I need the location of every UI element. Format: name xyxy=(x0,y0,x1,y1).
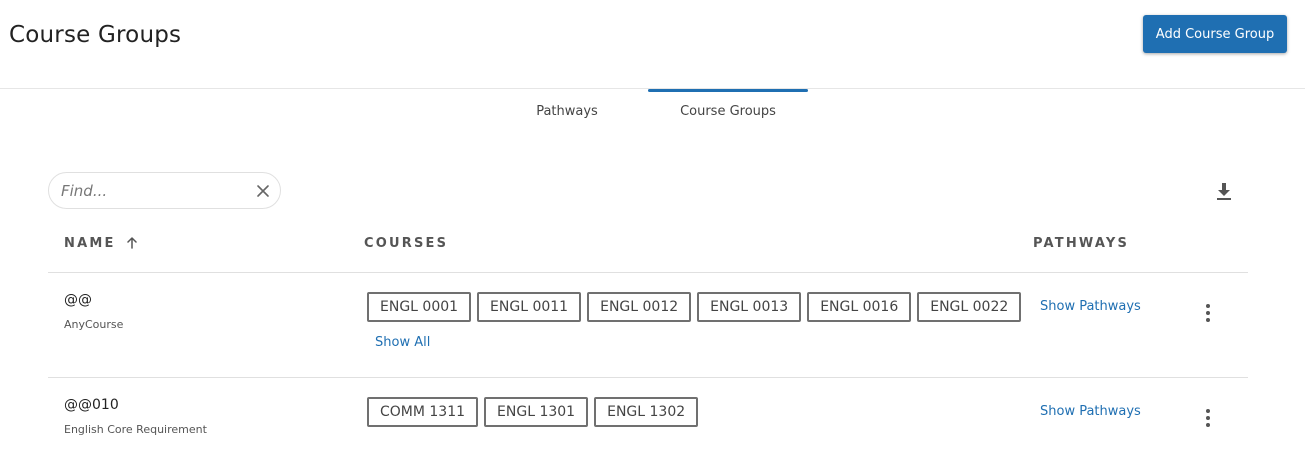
course-chip[interactable]: ENGL 0001 xyxy=(367,292,472,322)
search-input[interactable] xyxy=(61,181,241,201)
download-icon[interactable] xyxy=(1214,181,1234,201)
column-header-name-label: NAME xyxy=(64,236,116,251)
more-vertical-icon[interactable] xyxy=(1200,302,1216,324)
course-chip[interactable]: ENGL 0016 xyxy=(807,292,912,322)
course-group-description: AnyCourse xyxy=(64,318,124,331)
show-pathways-link[interactable]: Show Pathways xyxy=(1040,404,1141,419)
course-group-name: @@ xyxy=(64,292,92,308)
tab-pathways[interactable]: Pathways xyxy=(520,104,614,119)
course-chip[interactable]: ENGL 1302 xyxy=(594,397,699,427)
show-pathways-link[interactable]: Show Pathways xyxy=(1040,299,1141,314)
course-group-description: English Core Requirement xyxy=(64,423,207,436)
table-divider xyxy=(48,377,1248,378)
column-header-name[interactable]: NAME xyxy=(64,236,138,251)
page-title: Course Groups xyxy=(9,22,182,48)
course-chip-list: COMM 1311 ENGL 1301 ENGL 1302 xyxy=(367,397,699,427)
tab-course-groups[interactable]: Course Groups xyxy=(648,104,808,119)
active-tab-indicator xyxy=(648,89,808,92)
course-chip-list: ENGL 0001 ENGL 0011 ENGL 0012 ENGL 0013 … xyxy=(367,292,1022,322)
add-course-group-button[interactable]: Add Course Group xyxy=(1143,15,1287,53)
column-header-pathways: PATHWAYS xyxy=(1033,236,1130,251)
course-chip[interactable]: ENGL 0011 xyxy=(477,292,582,322)
close-icon[interactable] xyxy=(255,183,271,199)
show-all-link[interactable]: Show All xyxy=(375,335,430,350)
course-chip[interactable]: ENGL 0013 xyxy=(697,292,802,322)
course-chip[interactable]: ENGL 0022 xyxy=(917,292,1022,322)
table-divider xyxy=(48,272,1248,273)
course-chip[interactable]: ENGL 0012 xyxy=(587,292,692,322)
course-chip[interactable]: COMM 1311 xyxy=(367,397,479,427)
course-chip[interactable]: ENGL 1301 xyxy=(484,397,589,427)
more-vertical-icon[interactable] xyxy=(1200,407,1216,429)
course-group-name: @@010 xyxy=(64,397,119,413)
search-box xyxy=(48,172,281,209)
column-header-courses: COURSES xyxy=(364,236,449,251)
sort-arrow-up-icon xyxy=(127,236,138,249)
